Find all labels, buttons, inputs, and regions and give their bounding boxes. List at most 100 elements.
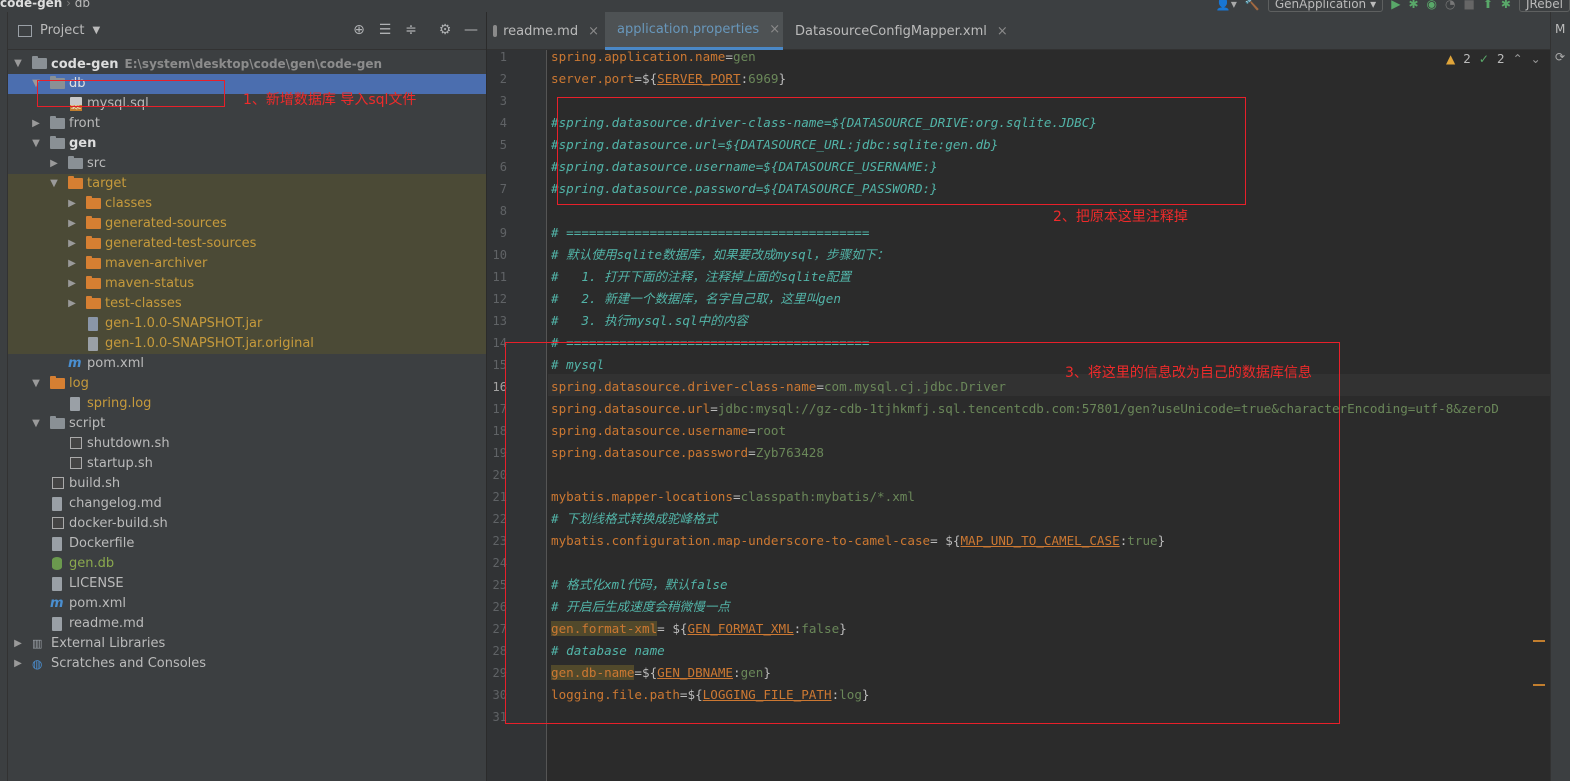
tree-row-test-classes[interactable]: ▶ test-classes bbox=[8, 294, 486, 314]
tree-row-gen-pom[interactable]: m pom.xml bbox=[8, 354, 486, 374]
tree-row-license[interactable]: LICENSE bbox=[8, 574, 486, 594]
gear-icon[interactable]: ⚙ bbox=[436, 21, 454, 39]
tree-label: spring.log bbox=[87, 396, 152, 411]
chevron-right-icon[interactable]: ▶ bbox=[12, 654, 24, 674]
chevron-down-icon[interactable]: ▼ bbox=[92, 25, 100, 36]
chevron-right-icon[interactable]: ▶ bbox=[66, 254, 78, 274]
chevron-down-icon[interactable]: ⌄ bbox=[1531, 52, 1541, 66]
text-file-icon bbox=[70, 397, 86, 411]
tree-label: changelog.md bbox=[69, 496, 162, 511]
chevron-down-icon[interactable]: ▼ bbox=[30, 374, 42, 394]
maven-icon: m bbox=[50, 596, 64, 611]
tree-row-spring-log[interactable]: spring.log bbox=[8, 394, 486, 414]
chevron-right-icon[interactable]: ▶ bbox=[12, 634, 24, 654]
line-number: 22 bbox=[492, 512, 507, 526]
code-line[interactable]: # 1. 打开下面的注释，注释掉上面的sqlite配置 bbox=[551, 266, 1550, 288]
tree-row-jar[interactable]: gen-1.0.0-SNAPSHOT.jar bbox=[8, 314, 486, 334]
chevron-right-icon[interactable]: ▶ bbox=[66, 274, 78, 294]
tree-row-log[interactable]: ▼ log bbox=[8, 374, 486, 394]
chevron-right-icon[interactable]: ▶ bbox=[66, 214, 78, 234]
run-configuration-dropdown[interactable]: GenApplication ▾ bbox=[1267, 0, 1384, 12]
tree-row-build-sh[interactable]: build.sh bbox=[8, 474, 486, 494]
tree-row-dockerfile[interactable]: Dockerfile bbox=[8, 534, 486, 554]
tree-label: gen-1.0.0-SNAPSHOT.jar bbox=[105, 316, 263, 331]
profile-icon[interactable]: ◔ bbox=[1445, 0, 1455, 11]
build-hammer-icon[interactable]: 🔨 bbox=[1245, 0, 1260, 11]
chevron-right-icon[interactable]: ▶ bbox=[30, 114, 42, 134]
tab-datasource-config-mapper[interactable]: DatasourceConfigMapper.xml × bbox=[783, 12, 1008, 50]
code-line[interactable]: # 3. 执行mysql.sql中的内容 bbox=[551, 310, 1550, 332]
user-icon[interactable]: 👤▾ bbox=[1216, 0, 1237, 11]
locate-crosshair-icon[interactable]: ⊕ bbox=[350, 21, 368, 39]
chevron-right-icon[interactable]: ▶ bbox=[66, 194, 78, 214]
tree-row-jar-original[interactable]: gen-1.0.0-SNAPSHOT.jar.original bbox=[8, 334, 486, 354]
tree-row-maven-archiver[interactable]: ▶ maven-archiver bbox=[8, 254, 486, 274]
folder-icon bbox=[68, 156, 84, 171]
project-view-icon bbox=[18, 24, 32, 37]
stop-icon[interactable]: ■ bbox=[1463, 0, 1474, 11]
code-line[interactable]: spring.application.name=gen bbox=[551, 50, 1550, 68]
chevron-down-icon[interactable]: ▼ bbox=[12, 54, 24, 74]
tree-row-shutdown-sh[interactable]: shutdown.sh bbox=[8, 434, 486, 454]
inspection-widget[interactable]: ▲ 2 ✓ 2 ⌃ ⌄ bbox=[1446, 52, 1541, 66]
tree-row-root-pom[interactable]: m pom.xml bbox=[8, 594, 486, 614]
breadcrumb-folder[interactable]: db bbox=[75, 0, 90, 10]
jrebel-dropdown[interactable]: JRebel bbox=[1518, 0, 1570, 12]
tree-row-maven-status[interactable]: ▶ maven-status bbox=[8, 274, 486, 294]
jrebel-run-icon[interactable]: ⬆ bbox=[1483, 0, 1493, 11]
expand-all-icon[interactable]: ☰ bbox=[376, 21, 394, 39]
chevron-right-icon[interactable]: ▶ bbox=[66, 294, 78, 314]
tree-row-readme-md[interactable]: readme.md bbox=[8, 614, 486, 634]
project-panel: Project ▼ ⊕ ☰ ≑ ⚙ — ▼ code-gen E:\system\… bbox=[8, 12, 486, 781]
tree-row-target[interactable]: ▼ target bbox=[8, 174, 486, 194]
collapse-all-icon[interactable]: ≑ bbox=[402, 21, 420, 39]
tree-row-scratches[interactable]: ▶ ◍ Scratches and Consoles bbox=[8, 654, 486, 674]
code-line[interactable]: server.port=${SERVER_PORT:6969} bbox=[551, 68, 1550, 90]
tab-application-properties[interactable]: application.properties × bbox=[605, 12, 783, 50]
tree-row-changelog-md[interactable]: changelog.md bbox=[8, 494, 486, 514]
tree-label: src bbox=[87, 156, 106, 171]
refresh-icon[interactable]: ⟳ bbox=[1555, 50, 1565, 64]
minimize-icon[interactable]: — bbox=[462, 21, 480, 39]
tree-row-generated-sources[interactable]: ▶ generated-sources bbox=[8, 214, 486, 234]
code-line[interactable]: # 2. 新建一个数据库，名字自己取，这里叫gen bbox=[551, 288, 1550, 310]
tree-row-external-libraries[interactable]: ▶ ▥ External Libraries bbox=[8, 634, 486, 654]
maven-tool-label[interactable]: M bbox=[1555, 22, 1565, 36]
tree-row-gen[interactable]: ▼ gen bbox=[8, 134, 486, 154]
tree-row-code-gen[interactable]: ▼ code-gen E:\system\desktop\code\gen\cod… bbox=[8, 54, 486, 74]
line-number: 18 bbox=[492, 424, 507, 438]
chevron-up-icon[interactable]: ⌃ bbox=[1513, 52, 1523, 66]
debug-icon[interactable]: ✱ bbox=[1408, 0, 1418, 11]
close-icon[interactable]: × bbox=[997, 24, 1008, 39]
module-folder-icon bbox=[32, 56, 48, 71]
tree-row-docker-build-sh[interactable]: docker-build.sh bbox=[8, 514, 486, 534]
tree-row-script[interactable]: ▼ script bbox=[8, 414, 486, 434]
jrebel-debug-icon[interactable]: ✱ bbox=[1501, 0, 1511, 11]
line-number: 29 bbox=[492, 666, 507, 680]
module-path: E:\system\desktop\code\gen\code-gen bbox=[124, 57, 383, 71]
tree-row-gen-db[interactable]: gen.db bbox=[8, 554, 486, 574]
tab-readme[interactable]: readme.md × bbox=[487, 12, 605, 50]
tree-row-startup-sh[interactable]: startup.sh bbox=[8, 454, 486, 474]
code-line[interactable]: # ======================================… bbox=[551, 222, 1550, 244]
tree-row-generated-test-sources[interactable]: ▶ generated-test-sources bbox=[8, 234, 486, 254]
run-icon[interactable]: ▶ bbox=[1391, 0, 1400, 11]
tree-row-classes[interactable]: ▶ classes bbox=[8, 194, 486, 214]
coverage-icon[interactable]: ◉ bbox=[1427, 0, 1437, 11]
chevron-right-icon[interactable]: ▶ bbox=[66, 234, 78, 254]
close-icon[interactable]: × bbox=[769, 22, 780, 37]
tree-row-front[interactable]: ▶ front bbox=[8, 114, 486, 134]
chevron-down-icon[interactable]: ▼ bbox=[30, 414, 42, 434]
chevron-right-icon[interactable]: ▶ bbox=[48, 154, 60, 174]
close-icon[interactable]: × bbox=[588, 24, 599, 39]
chevron-down-icon[interactable]: ▼ bbox=[30, 134, 42, 154]
tree-row-src[interactable]: ▶ src bbox=[8, 154, 486, 174]
breadcrumb-project[interactable]: code-gen bbox=[0, 0, 62, 10]
chevron-down-icon[interactable]: ▼ bbox=[48, 174, 60, 194]
code-line[interactable]: # 默认使用sqlite数据库，如果要改成mysql，步骤如下： bbox=[551, 244, 1550, 266]
line-number: 11 bbox=[492, 270, 507, 284]
tree-label: target bbox=[87, 176, 127, 191]
tree-label: External Libraries bbox=[51, 636, 166, 651]
project-panel-title[interactable]: Project bbox=[40, 23, 84, 38]
line-number: 12 bbox=[492, 292, 507, 306]
